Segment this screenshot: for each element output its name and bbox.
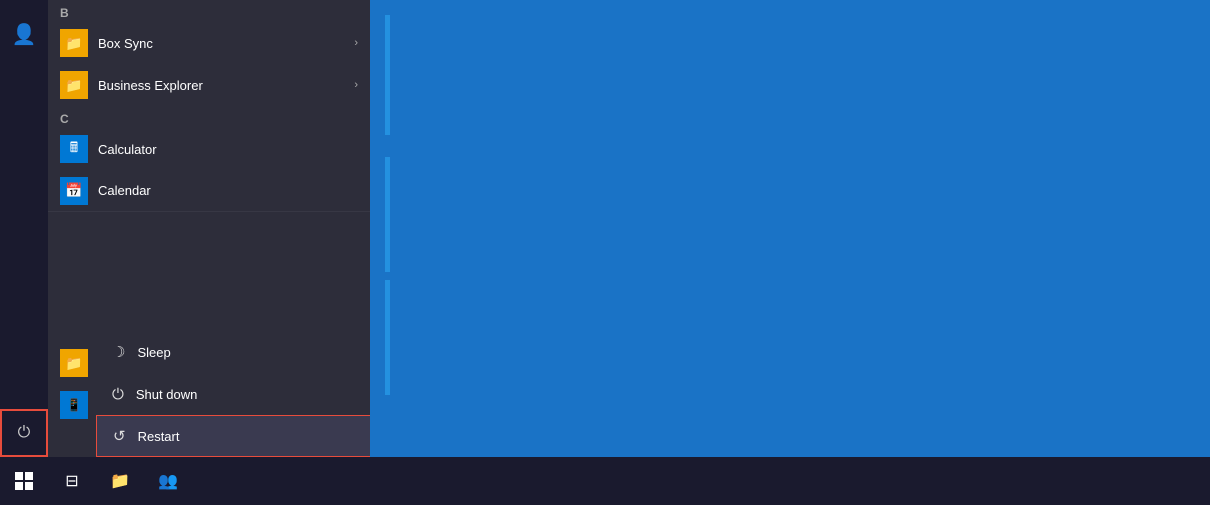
start-button[interactable] [0, 457, 48, 505]
cisco-icon: 📁 [60, 349, 88, 377]
tiles-right-background [390, 0, 800, 457]
sidebar-icons: 👤 ⏻ [0, 0, 48, 457]
sleep-icon: ☽ [112, 343, 125, 361]
app-label-box-sync: Box Sync [98, 36, 153, 51]
power-menu: ☽ Sleep ⏻ Shut down ↺ Restart [96, 331, 370, 457]
chevron-icon: › [354, 37, 358, 49]
connect-icon: 📱 [60, 391, 88, 419]
teams-button[interactable]: 👥 [144, 457, 192, 505]
section-letter-b: B [48, 0, 370, 22]
shutdown-icon: ⏻ [112, 386, 124, 403]
app-item-box-sync[interactable]: 📁 Box Sync › [48, 22, 370, 64]
shutdown-button[interactable]: ⏻ Shut down [96, 373, 370, 415]
restart-button[interactable]: ↺ Restart [96, 415, 370, 457]
power-button[interactable]: ⏻ [0, 409, 48, 457]
app-label-calculator: Calculator [98, 142, 157, 157]
app-item-calendar[interactable]: 📅 Calendar [48, 170, 370, 212]
restart-icon: ↺ [113, 427, 126, 445]
start-menu: 👤 ⏻ B 📁 Box Sync › 📁 Business Explorer ›… [0, 0, 800, 457]
shutdown-label: Shut down [136, 387, 197, 402]
sleep-label: Sleep [137, 345, 170, 360]
business-explorer-icon: 📁 [60, 71, 88, 99]
task-view-button[interactable]: ⊟ [48, 457, 96, 505]
taskbar: ⊟ 📁 👥 [0, 457, 1210, 505]
calendar-icon: 📅 [60, 177, 88, 205]
restart-label: Restart [138, 429, 180, 444]
chevron-icon: › [354, 79, 358, 91]
app-label-calendar: Calendar [98, 183, 151, 198]
calculator-icon: 🖩 [60, 135, 88, 163]
app-item-calculator[interactable]: 🖩 Calculator [48, 128, 370, 170]
app-item-business-explorer[interactable]: 📁 Business Explorer › [48, 64, 370, 106]
power-icon: ⏻ [18, 424, 31, 442]
app-label-business-explorer: Business Explorer [98, 78, 203, 93]
file-explorer-button[interactable]: 📁 [96, 457, 144, 505]
box-sync-icon: 📁 [60, 29, 88, 57]
sleep-button[interactable]: ☽ Sleep [96, 331, 370, 373]
app-list: B 📁 Box Sync › 📁 Business Explorer › C 🖩… [48, 0, 370, 457]
user-avatar-icon[interactable]: 👤 [0, 10, 48, 58]
section-letter-c: C [48, 106, 370, 128]
